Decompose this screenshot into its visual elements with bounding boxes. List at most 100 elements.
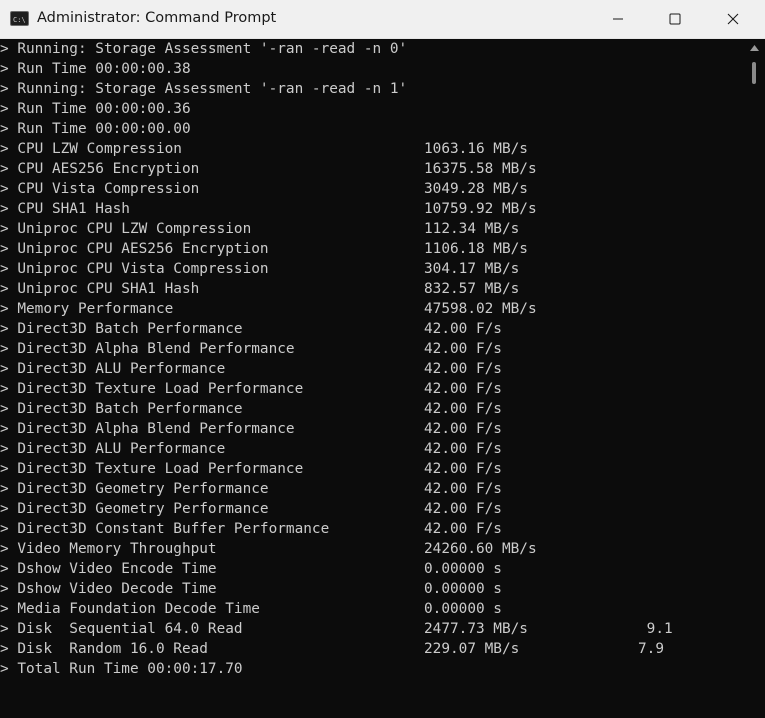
console-line: > Dshow Video Decode Time 0.00000 s (0, 579, 745, 599)
console-line-value: 304.17 MB/s (424, 261, 520, 277)
command-prompt-window: C:\ Administrator: Command Prompt > Runn… (0, 0, 765, 718)
maximize-icon (669, 13, 681, 25)
console-line: > Run Time 00:00:00.38 (0, 59, 745, 79)
console-line-text: > Video Memory Throughput (0, 541, 217, 557)
console-line-value: 10759.92 MB/s (424, 201, 537, 217)
console-line-text: > Direct3D Alpha Blend Performance (0, 421, 295, 437)
console-line: > Disk Random 16.0 Read 229.07 MB/s 7.9 (0, 639, 745, 659)
console-line: > Run Time 00:00:00.00 (0, 119, 745, 139)
console-line-value: 42.00 F/s (424, 461, 502, 477)
console-line-value: 0.00000 s (424, 561, 502, 577)
console-line-value: 112.34 MB/s (424, 221, 520, 237)
console-line-value: 832.57 MB/s (424, 281, 520, 297)
console-line-score: 9.1 (612, 621, 673, 637)
maximize-button[interactable] (652, 0, 698, 38)
console-line: > Video Memory Throughput 24260.60 MB/s (0, 539, 745, 559)
console-line-text: > Total Run Time 00:00:17.70 (0, 661, 243, 677)
console-line-text: > Direct3D Alpha Blend Performance (0, 341, 295, 357)
close-icon (727, 13, 739, 25)
console-line-text: > Media Foundation Decode Time (0, 601, 260, 617)
console-line-text: > Run Time 00:00:00.36 (0, 101, 191, 117)
console-line-value: 42.00 F/s (424, 401, 502, 417)
console-line: > Running: Storage Assessment '-ran -rea… (0, 79, 745, 99)
console-line: > Direct3D Texture Load Performance 42.00… (0, 379, 745, 399)
console-line: > Direct3D Geometry Performance 42.00 F/s (0, 479, 745, 499)
console-line: > Direct3D Texture Load Performance 42.00… (0, 459, 745, 479)
console-line: > CPU LZW Compression 1063.16 MB/s (0, 139, 745, 159)
console-line-text: > Direct3D Constant Buffer Performance (0, 521, 330, 537)
console-line-text: > Run Time 00:00:00.38 (0, 61, 191, 77)
window-title: Administrator: Command Prompt (37, 10, 277, 26)
console-line-text: > Running: Storage Assessment '-ran -rea… (0, 81, 408, 97)
vertical-scrollbar[interactable] (745, 39, 765, 718)
console-line-text: > Run Time 00:00:00.00 (0, 121, 191, 137)
console-line-value: 42.00 F/s (424, 381, 502, 397)
console-line-text: > Direct3D Geometry Performance (0, 481, 269, 497)
command-prompt-icon: C:\ (10, 11, 29, 26)
console-line: > CPU SHA1 Hash 10759.92 MB/s (0, 199, 745, 219)
console-line-text: > Direct3D Batch Performance (0, 321, 243, 337)
console-line: > Uniproc CPU LZW Compression 112.34 MB/s (0, 219, 745, 239)
console-line-text: > Uniproc CPU AES256 Encryption (0, 241, 269, 257)
console-line: > Direct3D Alpha Blend Performance 42.00 … (0, 419, 745, 439)
console-line: > Direct3D Batch Performance 42.00 F/s (0, 399, 745, 419)
console-line: > Running: Storage Assessment '-ran -rea… (0, 39, 745, 59)
console-output[interactable]: > Running: Storage Assessment '-ran -rea… (0, 39, 745, 718)
console-line-text: > Disk Sequential 64.0 Read (0, 621, 243, 637)
console-line-text: > Disk Random 16.0 Read (0, 641, 208, 657)
console-line-value: 42.00 F/s (424, 421, 502, 437)
close-button[interactable] (710, 0, 756, 38)
console-line: > Direct3D Geometry Performance 42.00 F/s (0, 499, 745, 519)
console-line-value: 3049.28 MB/s (424, 181, 528, 197)
minimize-button[interactable] (595, 0, 641, 38)
console-line: > Disk Sequential 64.0 Read 2477.73 MB/s … (0, 619, 745, 639)
console-line-text: > CPU AES256 Encryption (0, 161, 200, 177)
console-line: > Dshow Video Encode Time 0.00000 s (0, 559, 745, 579)
console-line-text: > Direct3D Texture Load Performance (0, 461, 304, 477)
console-line-text: > Direct3D ALU Performance (0, 441, 226, 457)
console-line-text: > Uniproc CPU Vista Compression (0, 261, 269, 277)
console-line-value: 16375.58 MB/s (424, 161, 537, 177)
console-line: > Memory Performance 47598.02 MB/s (0, 299, 745, 319)
console-line: > Uniproc CPU SHA1 Hash 832.57 MB/s (0, 279, 745, 299)
console-line-value: 229.07 MB/s (424, 641, 520, 657)
console-line: > Direct3D Alpha Blend Performance 42.00 … (0, 339, 745, 359)
console-line-value: 1106.18 MB/s (424, 241, 528, 257)
console-line-value: 42.00 F/s (424, 441, 502, 457)
console-line: > Direct3D ALU Performance 42.00 F/s (0, 439, 745, 459)
minimize-icon (613, 18, 623, 20)
console-line-text: > Uniproc CPU LZW Compression (0, 221, 252, 237)
scroll-thumb[interactable] (752, 62, 756, 84)
console-line-value: 47598.02 MB/s (424, 301, 537, 317)
console-line-text: > CPU SHA1 Hash (0, 201, 130, 217)
console-line-text: > Direct3D Geometry Performance (0, 501, 269, 517)
console-line-text: > Direct3D Batch Performance (0, 401, 243, 417)
scroll-up-arrow-icon[interactable] (750, 45, 759, 51)
console-line: > Direct3D Constant Buffer Performance 42… (0, 519, 745, 539)
console-line-value: 0.00000 s (424, 601, 502, 617)
console-line-value: 2477.73 MB/s (424, 621, 528, 637)
console-line-text: > Running: Storage Assessment '-ran -rea… (0, 41, 408, 57)
console-line-score: 7.9 (612, 641, 664, 657)
console-line-value: 24260.60 MB/s (424, 541, 537, 557)
console-line-value: 1063.16 MB/s (424, 141, 528, 157)
console-line-text: > CPU LZW Compression (0, 141, 182, 157)
console-line-value: 42.00 F/s (424, 361, 502, 377)
console-line-text: > Direct3D Texture Load Performance (0, 381, 304, 397)
console-line: > Media Foundation Decode Time 0.00000 s (0, 599, 745, 619)
title-bar[interactable]: C:\ Administrator: Command Prompt (0, 0, 765, 39)
svg-text:C:\: C:\ (13, 16, 26, 23)
console-line-text: > Memory Performance (0, 301, 174, 317)
console-line-value: 42.00 F/s (424, 481, 502, 497)
console-line-value: 42.00 F/s (424, 341, 502, 357)
console-line-text: > Dshow Video Encode Time (0, 561, 217, 577)
console-line: > Uniproc CPU AES256 Encryption 1106.18 M… (0, 239, 745, 259)
console-line: > Total Run Time 00:00:17.70 (0, 659, 745, 679)
console-line-text: > Direct3D ALU Performance (0, 361, 226, 377)
console-line: > CPU AES256 Encryption 16375.58 MB/s (0, 159, 745, 179)
console-line: > CPU Vista Compression 3049.28 MB/s (0, 179, 745, 199)
console-line-text: > Dshow Video Decode Time (0, 581, 217, 597)
console-line-value: 42.00 F/s (424, 521, 502, 537)
console-line-value: 0.00000 s (424, 581, 502, 597)
console-line-text: > CPU Vista Compression (0, 181, 200, 197)
